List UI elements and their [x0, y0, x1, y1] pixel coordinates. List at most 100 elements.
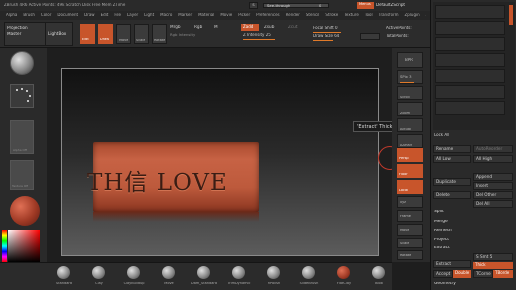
menu-item[interactable]: Stroke	[325, 13, 338, 17]
merge-section[interactable]: Merge	[434, 220, 474, 224]
draw-size-slider[interactable]: Draw Size 64	[313, 34, 357, 38]
menu-item[interactable]: Render	[286, 13, 300, 17]
menus-button[interactable]: Menus	[357, 2, 374, 9]
del-all-button[interactable]: Del All	[473, 200, 513, 208]
scale-mode-button[interactable]: Scale	[134, 24, 149, 44]
brush-shelf-item[interactable]: Clay	[85, 265, 113, 289]
zadd-button[interactable]: Zadd	[241, 24, 259, 31]
s-smt-slider[interactable]: S Smt 5	[473, 253, 513, 261]
mrgb-button[interactable]: Mrgb	[170, 25, 188, 29]
menu-item[interactable]: Movie	[220, 13, 232, 17]
menu-item[interactable]: Material	[198, 13, 214, 17]
dynamic-button[interactable]	[360, 33, 380, 40]
rotate-mode-button[interactable]: Rotate	[152, 24, 167, 44]
rotate-view-button[interactable]: Rotate	[397, 250, 423, 260]
rgb-intensity-slider[interactable]: Rgb Intensity	[170, 33, 222, 37]
scale-view-button[interactable]: Scale	[397, 238, 423, 248]
texture-thumbnail[interactable]: Texture Off	[10, 160, 34, 190]
extract-button[interactable]: Extract	[433, 260, 471, 268]
brush-shelf-item[interactable]: hPolish	[260, 265, 288, 289]
persp-button[interactable]: Persp	[397, 148, 423, 162]
subtool-slot[interactable]	[435, 85, 505, 99]
rgb-button[interactable]: Rgb	[194, 25, 210, 29]
draw-mode-button[interactable]: Draw	[98, 24, 113, 44]
focal-shift-slider[interactable]: Focal Shift 0	[313, 26, 357, 30]
aahalf-button[interactable]: AAHalf	[397, 134, 423, 148]
zcut-button[interactable]: Zcut	[288, 25, 304, 29]
del-other-button[interactable]: Del Other	[473, 191, 513, 199]
material-thumbnail[interactable]	[10, 196, 40, 226]
menu-item[interactable]: Color	[41, 13, 51, 17]
z-intensity-slider[interactable]: Z Intensity 25	[243, 33, 303, 37]
subtool-scrollbar[interactable]	[509, 5, 513, 25]
tborder-button[interactable]: TBorde	[493, 270, 513, 278]
menu-item[interactable]: Preferences	[256, 13, 280, 17]
projection-master-button[interactable]: Projection Master	[4, 22, 48, 46]
spix-button[interactable]: SPix 3	[397, 70, 423, 84]
zoom-button[interactable]: Zoom	[397, 102, 423, 116]
menu-item[interactable]: Transform	[379, 13, 399, 17]
subtool-slot[interactable]	[435, 5, 505, 19]
all-low-button[interactable]: All Low	[433, 155, 471, 163]
local-button[interactable]: Local	[397, 180, 423, 194]
xyz-button[interactable]: xyz	[397, 196, 423, 208]
remesh-section[interactable]: Remesh	[434, 229, 474, 233]
alpha-thumbnail[interactable]: Alpha Off	[10, 120, 34, 154]
default-zscript-label[interactable]: DefaultZScript	[376, 3, 416, 7]
hue-strip[interactable]	[2, 230, 7, 262]
menu-item[interactable]: Document	[57, 13, 78, 17]
actual-button[interactable]: Actual	[397, 118, 423, 132]
color-picker[interactable]	[8, 230, 40, 262]
insert-button[interactable]: Insert	[473, 182, 513, 190]
bpr-button[interactable]: BPR	[397, 52, 423, 68]
subtool-slot[interactable]	[435, 101, 505, 115]
subtool-slot[interactable]	[435, 53, 505, 67]
sculpt-mesh[interactable]: TH信 LOVE	[87, 142, 259, 212]
quicksave-button[interactable]: S	[249, 2, 258, 9]
brush-shelf-item[interactable]: Standard	[50, 265, 78, 289]
accept-button[interactable]: Accept	[433, 270, 453, 278]
subtool-slot[interactable]	[435, 21, 505, 35]
move-mode-button[interactable]: Move	[116, 24, 131, 44]
menu-item[interactable]: Layer	[127, 13, 138, 17]
menu-item[interactable]: Macro	[160, 13, 172, 17]
geometry-section[interactable]: Geometry	[434, 282, 474, 286]
extract-section[interactable]: Extract	[434, 246, 474, 250]
brush-shelf-item[interactable]: Dam_Standard	[190, 265, 218, 289]
thick-slider[interactable]: Thick	[473, 262, 513, 269]
menu-item[interactable]: Brush	[23, 13, 35, 17]
m-button[interactable]: M	[214, 25, 222, 29]
brush-shelf-item[interactable]: TrimDynamic	[225, 265, 253, 289]
brush-thumbnail[interactable]	[10, 51, 34, 75]
menu-item[interactable]: Picker	[238, 13, 250, 17]
append-button[interactable]: Append	[473, 173, 513, 181]
all-high-button[interactable]: All High	[473, 155, 513, 163]
lightbox-button[interactable]: LightBox	[45, 22, 73, 46]
project-section[interactable]: Project	[434, 238, 474, 242]
menu-item[interactable]: Light	[144, 13, 154, 17]
seethrough-slider[interactable]: See-through 0	[263, 3, 329, 8]
brush-shelf-item[interactable]: SlideBrush	[295, 265, 323, 289]
menu-item[interactable]: Tool	[365, 13, 373, 17]
menu-item[interactable]: Alpha	[6, 13, 17, 17]
split-section[interactable]: Split	[434, 210, 474, 214]
delete-button[interactable]: Delete	[433, 191, 471, 199]
menu-item[interactable]: Zplugin	[405, 13, 420, 17]
autoreorder-button[interactable]: AutoReorder	[473, 145, 513, 153]
stroke-thumbnail[interactable]	[10, 84, 34, 108]
move-view-button[interactable]: Move	[397, 224, 423, 236]
brush-shelf-item[interactable]: Blob	[365, 265, 393, 289]
duplicate-button[interactable]: Duplicate	[433, 178, 471, 186]
subtool-slot[interactable]	[435, 69, 505, 83]
zsub-button[interactable]: Zsub	[264, 25, 280, 29]
floor-button[interactable]: Floor	[397, 164, 423, 178]
lock-all-toggle[interactable]: Lock All	[434, 133, 474, 137]
rename-button[interactable]: Rename	[433, 145, 471, 153]
menu-item[interactable]: Stencil	[306, 13, 320, 17]
brush-shelf-item[interactable]: FlatClay	[330, 265, 358, 289]
tcorner-button[interactable]: TCorne	[473, 270, 493, 278]
subtool-slot[interactable]	[435, 37, 505, 51]
menu-item[interactable]: File	[114, 13, 121, 17]
edit-mode-button[interactable]: Edit	[80, 24, 95, 44]
scroll-button[interactable]: Scroll	[397, 86, 423, 100]
